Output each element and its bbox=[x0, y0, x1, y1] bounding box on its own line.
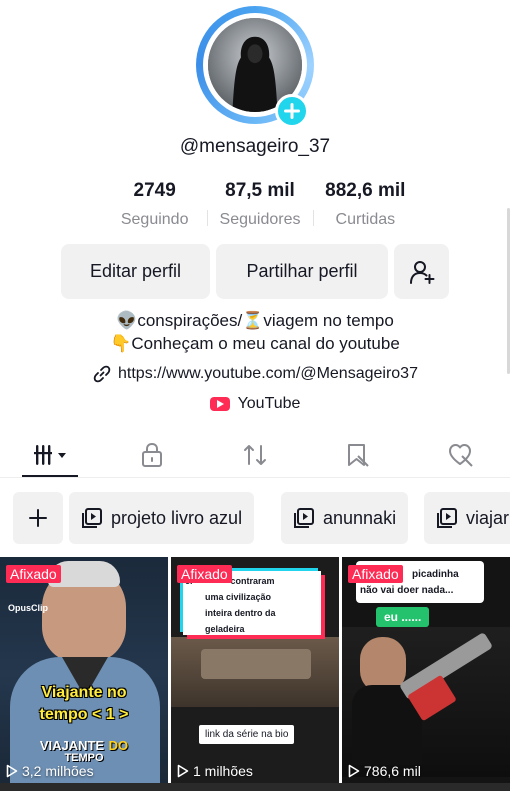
play-icon bbox=[177, 764, 189, 778]
pinned-badge: Afixado bbox=[6, 565, 61, 583]
add-story-button[interactable] bbox=[275, 94, 309, 128]
bio-link-text: https://www.youtube.com/@Mensageiro37 bbox=[118, 365, 418, 382]
divider bbox=[312, 210, 314, 226]
find-friends-button[interactable] bbox=[394, 244, 449, 299]
add-playlist-button[interactable] bbox=[13, 492, 63, 544]
playlist-icon bbox=[294, 508, 314, 528]
view-count-text: 3,2 milhões bbox=[22, 763, 94, 779]
repost-icon bbox=[244, 445, 266, 465]
stat-followers[interactable]: 87,5 mil Seguidores bbox=[207, 180, 312, 229]
video-caption-line: geladeira bbox=[205, 624, 245, 634]
youtube-icon bbox=[209, 397, 230, 411]
lock-icon bbox=[142, 442, 162, 467]
play-icon bbox=[348, 764, 360, 778]
youtube-link[interactable]: YouTube bbox=[0, 395, 510, 413]
stat-label: Seguindo bbox=[120, 211, 189, 228]
stat-value: 2749 bbox=[133, 180, 176, 201]
pinned-badge: Afixado bbox=[177, 565, 232, 583]
plus-icon bbox=[29, 509, 47, 527]
video-caption-line: Viajante no bbox=[41, 684, 127, 701]
view-count: 1 milhões bbox=[177, 763, 253, 779]
bio-link[interactable]: https://www.youtube.com/@Mensageiro37 bbox=[0, 364, 510, 384]
video-caption-line: não vai doer nada... bbox=[360, 585, 454, 596]
video-caption-line: tempo < 1 > bbox=[39, 706, 129, 723]
edit-profile-button[interactable]: Editar perfil bbox=[61, 244, 210, 299]
divider bbox=[207, 210, 209, 226]
playlist-icon bbox=[82, 508, 102, 528]
video-bottom-caption: link da série na bio bbox=[199, 725, 295, 744]
stat-following[interactable]: 2749 Seguindo bbox=[102, 180, 207, 229]
view-count-text: 1 milhões bbox=[193, 763, 253, 779]
playlist-chip[interactable]: projeto livro azul bbox=[69, 492, 255, 544]
video-thumbnail[interactable]: Afixado OpusClip Viajante no tempo < 1 >… bbox=[0, 557, 168, 791]
bio-line: 👇Conheçam o meu canal do youtube bbox=[110, 334, 400, 353]
speech-bubble: eu ...... bbox=[376, 607, 430, 627]
username: @mensageiro_37 bbox=[179, 136, 331, 157]
view-count: 3,2 milhões bbox=[6, 763, 94, 779]
active-tab-indicator bbox=[22, 475, 78, 477]
series-logo-text: VIAJANTE bbox=[39, 738, 105, 753]
play-icon bbox=[6, 764, 18, 778]
videos-icon bbox=[34, 445, 66, 465]
bio-line: 👽conspirações/⏳viagem no tempo bbox=[116, 311, 394, 330]
add-friend-icon bbox=[409, 260, 434, 284]
tab-reposts[interactable] bbox=[235, 440, 275, 470]
video-grid: Afixado OpusClip Viajante no tempo < 1 >… bbox=[0, 557, 510, 791]
profile-tabs bbox=[0, 432, 510, 478]
stat-likes[interactable]: 882,6 mil Curtidas bbox=[312, 180, 418, 229]
video-caption-line: inteira dentro da bbox=[205, 608, 276, 618]
playlist-icon bbox=[437, 508, 457, 528]
playlist-chip[interactable]: anunnaki bbox=[281, 492, 409, 544]
pinned-badge: Afixado bbox=[348, 565, 403, 583]
stat-value: 882,6 mil bbox=[325, 180, 406, 201]
playlist-label: projeto livro azul bbox=[111, 507, 243, 528]
playlist-chip[interactable]: viajar bbox=[424, 492, 510, 544]
view-count-text: 786,6 mil bbox=[364, 763, 421, 779]
liked-icon bbox=[449, 444, 473, 467]
favorites-icon bbox=[348, 444, 369, 467]
playlist-label: anunnaki bbox=[323, 507, 397, 528]
playlist-label: viajar bbox=[466, 507, 510, 528]
stat-value: 87,5 mil bbox=[225, 180, 295, 201]
video-thumbnail[interactable]: cicontraram uma civilização inteira dent… bbox=[171, 557, 339, 791]
plus-icon bbox=[284, 103, 300, 119]
tab-videos[interactable] bbox=[30, 440, 70, 470]
tab-private[interactable] bbox=[132, 440, 172, 470]
view-count: 786,6 mil bbox=[348, 763, 421, 779]
video-caption-line: contraram bbox=[230, 576, 275, 586]
share-profile-button[interactable]: Partilhar perfil bbox=[216, 244, 388, 299]
video-caption-line: uma civilização bbox=[205, 592, 272, 602]
stat-label: Seguidores bbox=[219, 211, 301, 228]
link-icon bbox=[93, 365, 111, 383]
next-row-preview bbox=[0, 783, 510, 791]
tab-liked[interactable] bbox=[441, 440, 481, 470]
playlist-row: projeto livro azul anunnaki viajar bbox=[0, 492, 510, 544]
stat-label: Curtidas bbox=[335, 211, 396, 228]
brand-watermark: OpusClip bbox=[8, 603, 48, 613]
profile-avatar[interactable] bbox=[196, 6, 314, 128]
series-logo-text: DO bbox=[108, 738, 129, 753]
profile-stats: 2749 Seguindo 87,5 mil Seguidores 882,6 … bbox=[102, 180, 418, 229]
tab-favorites[interactable] bbox=[338, 440, 378, 470]
video-thumbnail[interactable]: picadinha não vai doer nada... eu ......… bbox=[342, 557, 510, 791]
youtube-label: YouTube bbox=[237, 395, 301, 412]
